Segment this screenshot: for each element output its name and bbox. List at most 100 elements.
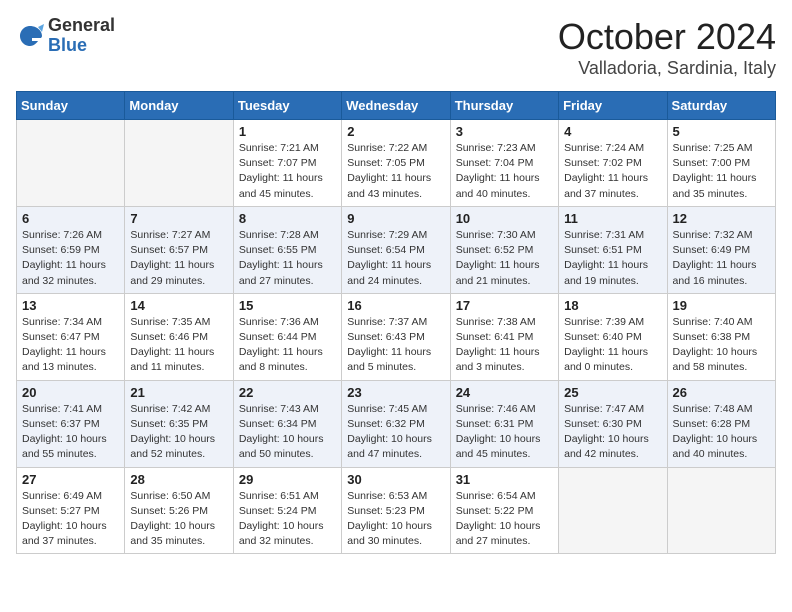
calendar-week-row: 6 Sunrise: 7:26 AM Sunset: 6:59 PM Daylig… xyxy=(17,206,776,293)
month-title: October 2024 xyxy=(558,16,776,58)
day-info: Sunrise: 6:53 AM Sunset: 5:23 PM Dayligh… xyxy=(347,489,444,550)
calendar-day-cell: 20Sunrise: 7:41 AM Sunset: 6:37 PM Dayli… xyxy=(17,380,125,467)
weekday-header: Sunday xyxy=(17,92,125,120)
day-info: Sunrise: 7:31 AM Sunset: 6:51 PM Dayligh… xyxy=(564,228,661,289)
calendar-day-cell: 19 Sunrise: 7:40 AM Sunset: 6:38 PM Dayli… xyxy=(667,293,775,380)
calendar-day-cell: 23 Sunrise: 7:45 AM Sunset: 6:32 PM Dayli… xyxy=(342,380,450,467)
day-number: 3 xyxy=(456,124,553,139)
calendar-day-cell: 7Sunrise: 7:27 AM Sunset: 6:57 PM Daylig… xyxy=(125,206,233,293)
weekday-header: Thursday xyxy=(450,92,558,120)
day-info: Sunrise: 7:22 AM Sunset: 7:05 PM Dayligh… xyxy=(347,141,444,202)
day-number: 9 xyxy=(347,211,444,226)
day-number: 17 xyxy=(456,298,553,313)
day-info: Sunrise: 7:46 AM Sunset: 6:31 PM Dayligh… xyxy=(456,402,553,463)
day-info: Sunrise: 7:42 AM Sunset: 6:35 PM Dayligh… xyxy=(130,402,227,463)
day-number: 12 xyxy=(673,211,770,226)
calendar-week-row: 27Sunrise: 6:49 AM Sunset: 5:27 PM Dayli… xyxy=(17,467,776,554)
calendar-day-cell: 11 Sunrise: 7:31 AM Sunset: 6:51 PM Dayli… xyxy=(559,206,667,293)
day-info: Sunrise: 7:45 AM Sunset: 6:32 PM Dayligh… xyxy=(347,402,444,463)
weekday-header: Friday xyxy=(559,92,667,120)
calendar-day-cell: 8 Sunrise: 7:28 AM Sunset: 6:55 PM Daylig… xyxy=(233,206,341,293)
day-info: Sunrise: 7:36 AM Sunset: 6:44 PM Dayligh… xyxy=(239,315,336,376)
day-info: Sunrise: 7:39 AM Sunset: 6:40 PM Dayligh… xyxy=(564,315,661,376)
calendar-day-cell xyxy=(667,467,775,554)
calendar-day-cell: 26Sunrise: 7:48 AM Sunset: 6:28 PM Dayli… xyxy=(667,380,775,467)
day-number: 4 xyxy=(564,124,661,139)
calendar-day-cell: 1 Sunrise: 7:21 AM Sunset: 7:07 PM Daylig… xyxy=(233,120,341,207)
calendar-table: SundayMondayTuesdayWednesdayThursdayFrid… xyxy=(16,91,776,554)
calendar-day-cell: 17 Sunrise: 7:38 AM Sunset: 6:41 PM Dayli… xyxy=(450,293,558,380)
day-info: Sunrise: 7:43 AM Sunset: 6:34 PM Dayligh… xyxy=(239,402,336,463)
day-info: Sunrise: 7:37 AM Sunset: 6:43 PM Dayligh… xyxy=(347,315,444,376)
day-info: Sunrise: 7:38 AM Sunset: 6:41 PM Dayligh… xyxy=(456,315,553,376)
day-number: 21 xyxy=(130,385,227,400)
day-number: 15 xyxy=(239,298,336,313)
day-number: 10 xyxy=(456,211,553,226)
day-number: 2 xyxy=(347,124,444,139)
weekday-header: Wednesday xyxy=(342,92,450,120)
day-number: 25 xyxy=(564,385,661,400)
weekday-header: Tuesday xyxy=(233,92,341,120)
title-block: October 2024 Valladoria, Sardinia, Italy xyxy=(558,16,776,79)
day-info: Sunrise: 7:24 AM Sunset: 7:02 PM Dayligh… xyxy=(564,141,661,202)
day-number: 16 xyxy=(347,298,444,313)
day-number: 18 xyxy=(564,298,661,313)
day-number: 30 xyxy=(347,472,444,487)
day-info: Sunrise: 7:32 AM Sunset: 6:49 PM Dayligh… xyxy=(673,228,770,289)
calendar-day-cell: 6 Sunrise: 7:26 AM Sunset: 6:59 PM Daylig… xyxy=(17,206,125,293)
calendar-day-cell xyxy=(17,120,125,207)
day-number: 1 xyxy=(239,124,336,139)
calendar-day-cell: 14 Sunrise: 7:35 AM Sunset: 6:46 PM Dayli… xyxy=(125,293,233,380)
calendar-day-cell: 15 Sunrise: 7:36 AM Sunset: 6:44 PM Dayli… xyxy=(233,293,341,380)
day-info: Sunrise: 7:34 AM Sunset: 6:47 PM Dayligh… xyxy=(22,315,119,376)
calendar-day-cell: 16 Sunrise: 7:37 AM Sunset: 6:43 PM Dayli… xyxy=(342,293,450,380)
day-info: Sunrise: 7:40 AM Sunset: 6:38 PM Dayligh… xyxy=(673,315,770,376)
calendar-day-cell: 3 Sunrise: 7:23 AM Sunset: 7:04 PM Daylig… xyxy=(450,120,558,207)
calendar-day-cell: 28Sunrise: 6:50 AM Sunset: 5:26 PM Dayli… xyxy=(125,467,233,554)
day-number: 24 xyxy=(456,385,553,400)
day-info: Sunrise: 6:49 AM Sunset: 5:27 PM Dayligh… xyxy=(22,489,119,550)
calendar-day-cell: 2 Sunrise: 7:22 AM Sunset: 7:05 PM Daylig… xyxy=(342,120,450,207)
calendar-day-cell: 12 Sunrise: 7:32 AM Sunset: 6:49 PM Dayli… xyxy=(667,206,775,293)
calendar-day-cell: 29Sunrise: 6:51 AM Sunset: 5:24 PM Dayli… xyxy=(233,467,341,554)
calendar-day-cell: 10 Sunrise: 7:30 AM Sunset: 6:52 PM Dayli… xyxy=(450,206,558,293)
calendar-day-cell: 24 Sunrise: 7:46 AM Sunset: 6:31 PM Dayli… xyxy=(450,380,558,467)
day-info: Sunrise: 7:47 AM Sunset: 6:30 PM Dayligh… xyxy=(564,402,661,463)
calendar-day-cell xyxy=(125,120,233,207)
day-info: Sunrise: 7:35 AM Sunset: 6:46 PM Dayligh… xyxy=(130,315,227,376)
day-number: 26 xyxy=(673,385,770,400)
day-info: Sunrise: 7:26 AM Sunset: 6:59 PM Dayligh… xyxy=(22,228,119,289)
location-title: Valladoria, Sardinia, Italy xyxy=(558,58,776,79)
day-info: Sunrise: 6:51 AM Sunset: 5:24 PM Dayligh… xyxy=(239,489,336,550)
day-info: Sunrise: 7:27 AM Sunset: 6:57 PM Dayligh… xyxy=(130,228,227,289)
day-info: Sunrise: 7:21 AM Sunset: 7:07 PM Dayligh… xyxy=(239,141,336,202)
calendar-day-cell: 31Sunrise: 6:54 AM Sunset: 5:22 PM Dayli… xyxy=(450,467,558,554)
calendar-week-row: 20Sunrise: 7:41 AM Sunset: 6:37 PM Dayli… xyxy=(17,380,776,467)
day-number: 22 xyxy=(239,385,336,400)
calendar-day-cell xyxy=(559,467,667,554)
day-number: 31 xyxy=(456,472,553,487)
day-info: Sunrise: 7:29 AM Sunset: 6:54 PM Dayligh… xyxy=(347,228,444,289)
day-info: Sunrise: 7:30 AM Sunset: 6:52 PM Dayligh… xyxy=(456,228,553,289)
weekday-header: Monday xyxy=(125,92,233,120)
day-number: 8 xyxy=(239,211,336,226)
day-number: 6 xyxy=(22,211,119,226)
day-number: 19 xyxy=(673,298,770,313)
calendar-day-cell: 9 Sunrise: 7:29 AM Sunset: 6:54 PM Daylig… xyxy=(342,206,450,293)
day-info: Sunrise: 7:23 AM Sunset: 7:04 PM Dayligh… xyxy=(456,141,553,202)
day-number: 14 xyxy=(130,298,227,313)
day-number: 23 xyxy=(347,385,444,400)
day-number: 11 xyxy=(564,211,661,226)
weekday-header: Saturday xyxy=(667,92,775,120)
day-info: Sunrise: 6:50 AM Sunset: 5:26 PM Dayligh… xyxy=(130,489,227,550)
day-number: 13 xyxy=(22,298,119,313)
logo-blue-text: Blue xyxy=(48,36,115,56)
day-info: Sunrise: 7:28 AM Sunset: 6:55 PM Dayligh… xyxy=(239,228,336,289)
calendar-day-cell: 27Sunrise: 6:49 AM Sunset: 5:27 PM Dayli… xyxy=(17,467,125,554)
calendar-day-cell: 30 Sunrise: 6:53 AM Sunset: 5:23 PM Dayli… xyxy=(342,467,450,554)
calendar-day-cell: 25 Sunrise: 7:47 AM Sunset: 6:30 PM Dayli… xyxy=(559,380,667,467)
calendar-day-cell: 21 Sunrise: 7:42 AM Sunset: 6:35 PM Dayli… xyxy=(125,380,233,467)
header-row: SundayMondayTuesdayWednesdayThursdayFrid… xyxy=(17,92,776,120)
calendar-day-cell: 13 Sunrise: 7:34 AM Sunset: 6:47 PM Dayli… xyxy=(17,293,125,380)
logo-text: General Blue xyxy=(48,16,115,56)
